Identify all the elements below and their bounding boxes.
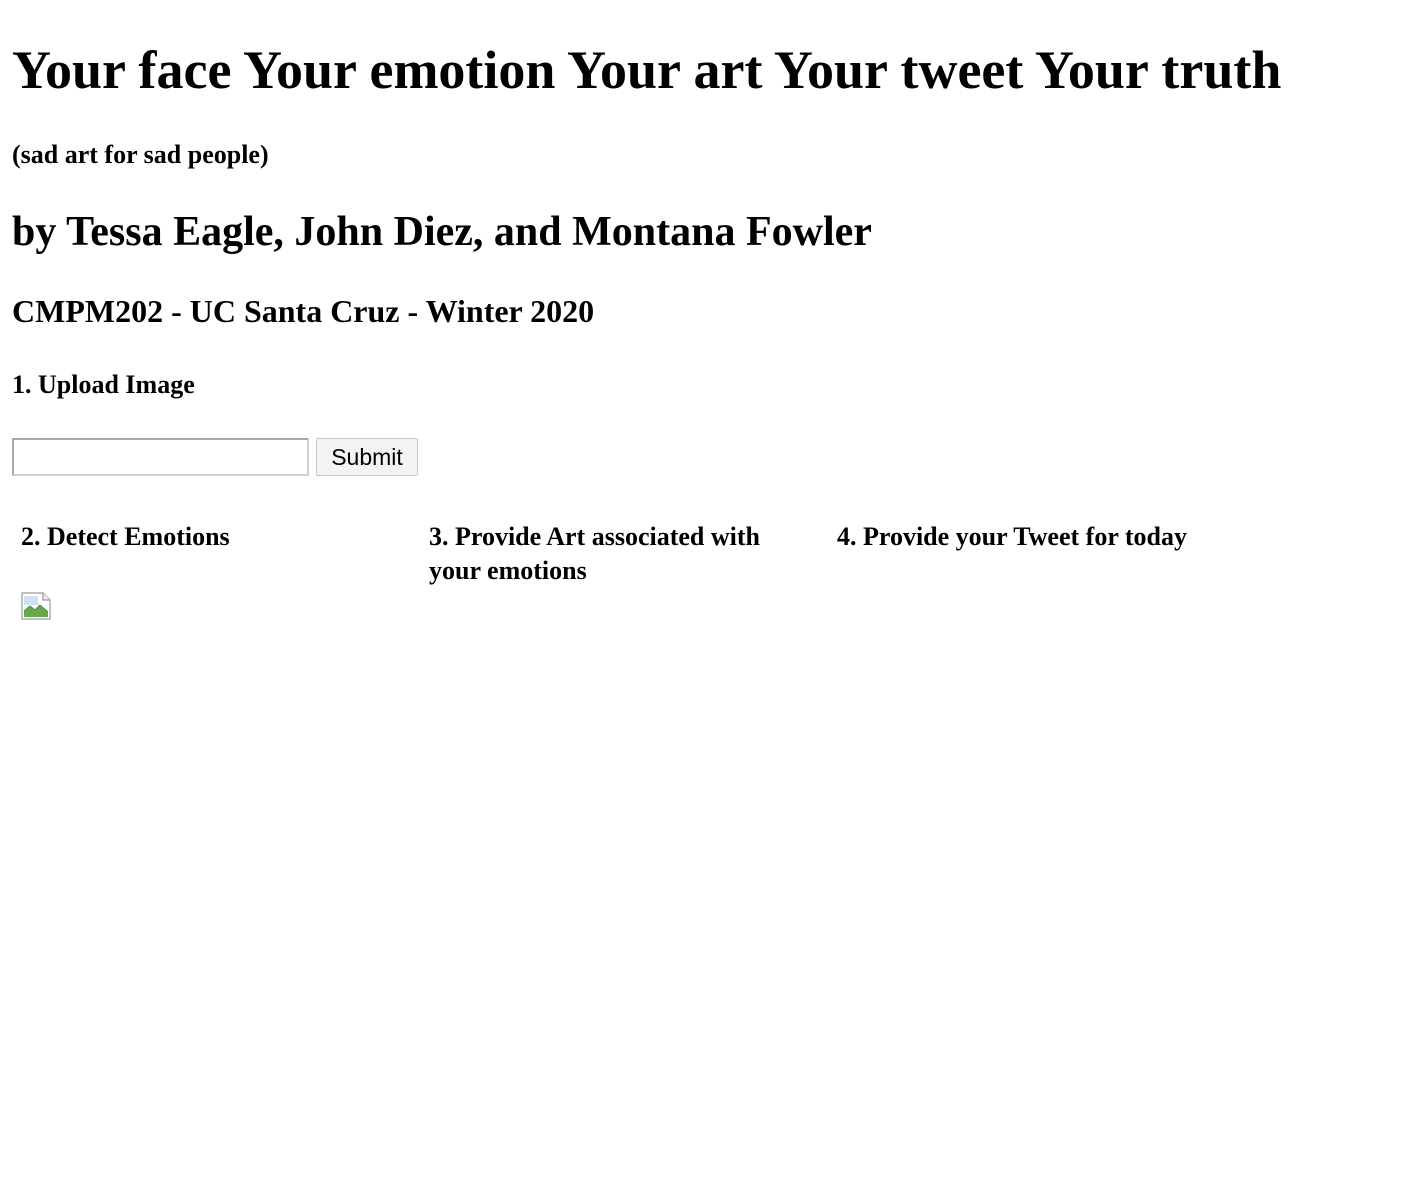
upload-image-heading: 1. Upload Image — [12, 370, 195, 399]
page-subtitle: (sad art for sad people) — [12, 140, 269, 169]
page-title: Your face Your emotion Your art Your twe… — [12, 40, 1282, 100]
authors-heading: by Tessa Eagle, John Diez, and Montana F… — [12, 209, 872, 255]
image-url-input[interactable] — [12, 438, 309, 476]
submit-button[interactable]: Submit — [316, 438, 418, 476]
detect-emotions-heading: 2. Detect Emotions — [21, 522, 230, 551]
course-heading: CMPM202 - UC Santa Cruz - Winter 2020 — [12, 293, 595, 329]
provide-tweet-heading: 4. Provide your Tweet for today — [837, 522, 1188, 551]
provide-art-heading: 3. Provide Art associated with your emot… — [429, 522, 760, 585]
broken-image-icon — [21, 592, 51, 620]
